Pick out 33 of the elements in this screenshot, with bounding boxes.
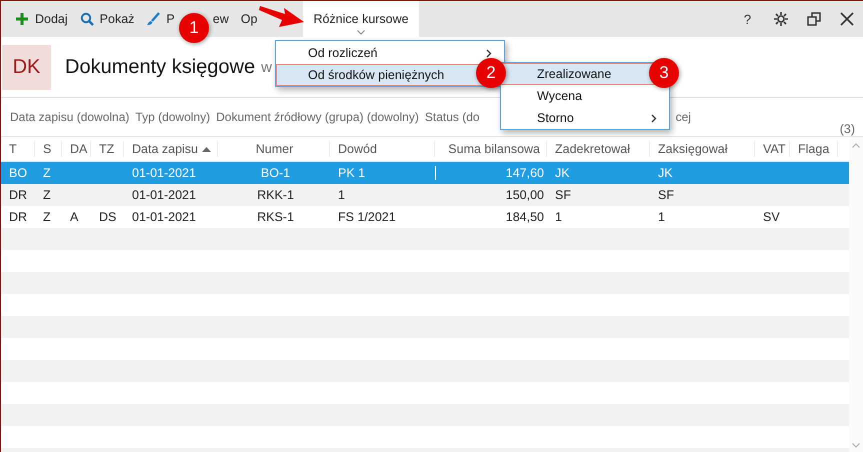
table-cell-text: BO-1	[260, 166, 292, 180]
table-cell-text: 1	[337, 188, 346, 202]
table-cell-text: 01-01-2021	[131, 210, 197, 224]
page-subtitle: w	[261, 58, 272, 76]
table-cell-text: 01-01-2021	[131, 188, 197, 202]
table-cell-text: FS 1/2021	[337, 210, 397, 224]
button-label: ew	[212, 12, 229, 26]
table-cell: 147,60	[435, 166, 547, 180]
table-cell-text: 184,50	[504, 210, 545, 224]
step-badge: 3	[649, 58, 679, 88]
table-cell-text: JK	[657, 166, 674, 180]
table-cell-text: SV	[762, 210, 781, 224]
table-cell-text: 01-01-2021	[131, 166, 197, 180]
table-cell-text: PK 1	[337, 166, 366, 180]
table-cell-text: DR	[8, 210, 28, 224]
module-badge: DK	[2, 44, 51, 90]
table-cell-text: A	[69, 210, 80, 224]
table-cell-text: JK	[554, 166, 571, 180]
table-cell-text: RKS-1	[256, 210, 295, 224]
table-cell-text: Z	[42, 210, 52, 224]
table-cell-text: DS	[98, 210, 118, 224]
table-cell-text: Z	[42, 188, 52, 202]
table-cell-text: 1	[554, 210, 563, 224]
record-count: (3)	[840, 122, 855, 136]
table-cell-text: Z	[42, 166, 52, 180]
table-cell-text: 1	[657, 210, 666, 224]
table-cell-text: DR	[8, 188, 28, 202]
page-title: Dokumenty księgowe	[65, 56, 256, 78]
table-cell-text: 150,00	[504, 188, 545, 202]
table-cell-text: SF	[657, 188, 675, 202]
table-cell-text: SF	[554, 188, 572, 202]
table-cell-text: BO	[8, 166, 28, 180]
table-cell-text: RKK-1	[256, 188, 295, 202]
